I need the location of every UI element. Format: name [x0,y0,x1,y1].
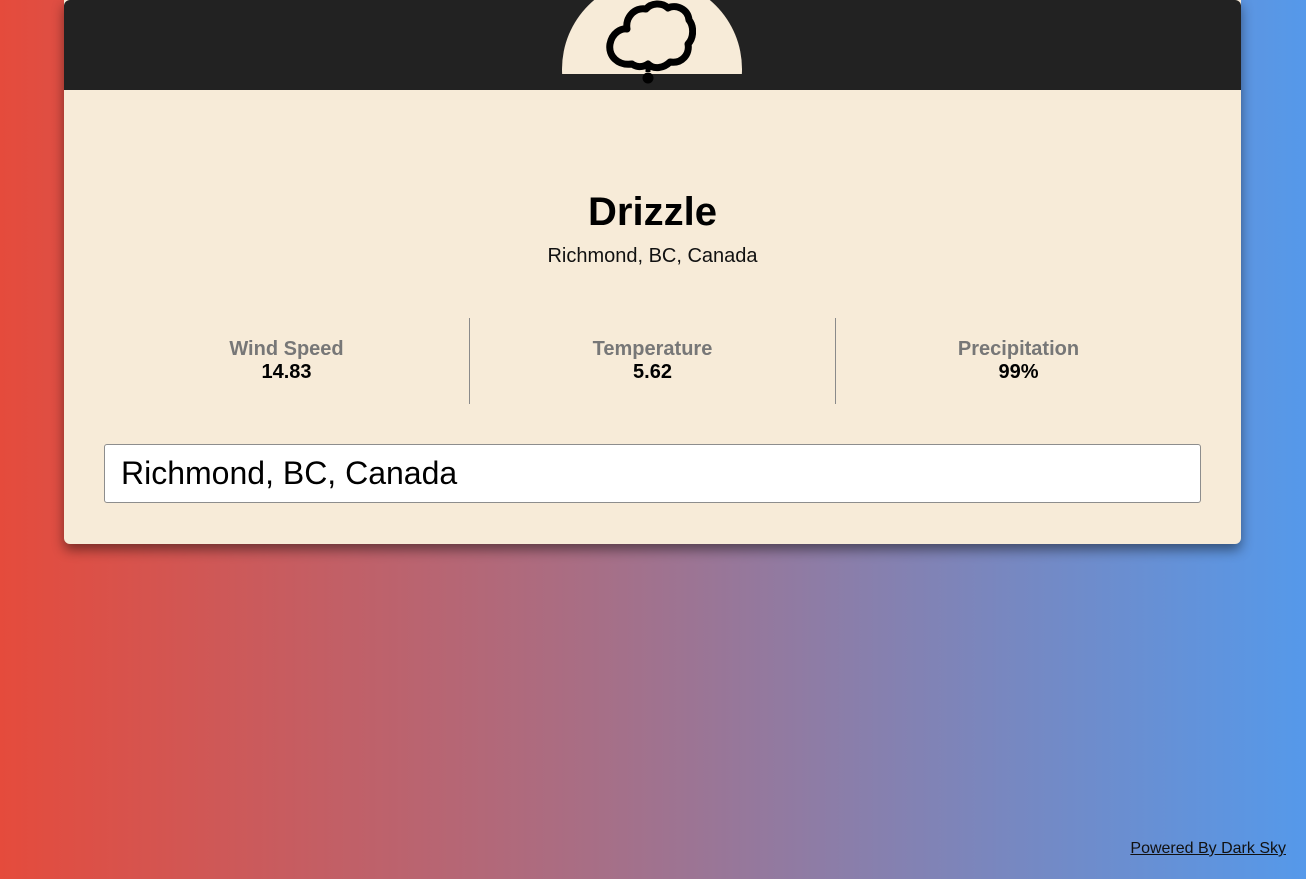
location-search-input[interactable] [104,444,1201,503]
stat-label: Precipitation [957,338,1080,360]
weather-stats: Wind Speed 14.83 Temperature 5.62 Precip… [104,318,1201,404]
stat-temperature: Temperature 5.62 [469,318,835,404]
stat-label: Temperature [592,338,713,360]
weather-summary: Drizzle [588,190,717,234]
stat-value: 99% [998,361,1039,383]
location-label: Richmond, BC, Canada [547,245,758,267]
stat-value: 5.62 [633,361,672,383]
stat-wind-speed: Wind Speed 14.83 [104,318,469,404]
weather-card: Drizzle Richmond, BC, Canada Wind Speed … [64,0,1241,544]
stat-precipitation: Precipitation 99% [835,318,1201,404]
stat-value: 14.83 [261,361,312,383]
powered-by-link[interactable]: Powered By Dark Sky [1130,840,1286,858]
cloud-drizzle-icon [606,0,696,84]
stat-label: Wind Speed [229,338,344,360]
